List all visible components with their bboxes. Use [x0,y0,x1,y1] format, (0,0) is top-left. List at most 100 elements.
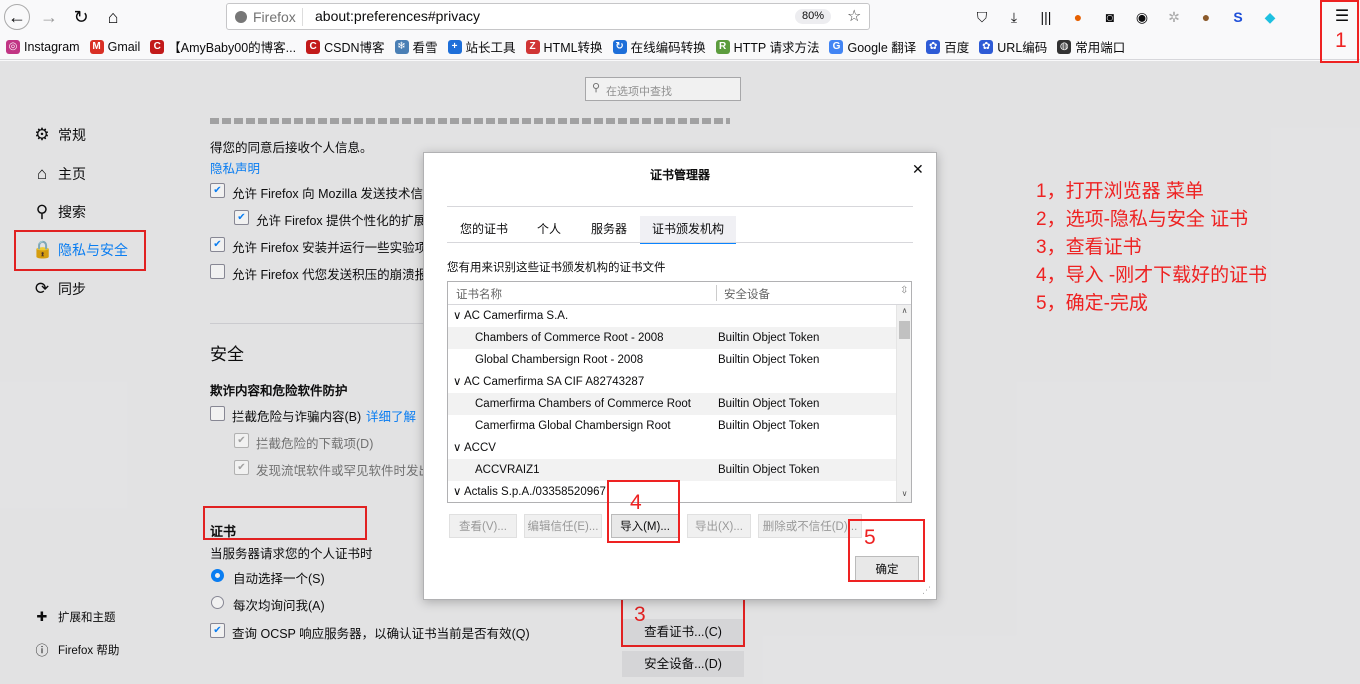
paw-icon: ✿ [926,39,941,54]
cert-device-cell: Builtin Object Token [718,420,820,432]
pocket-icon[interactable]: ⛉ [972,7,992,27]
bookmark-item[interactable]: ◍ 常用端口 [1057,37,1125,56]
cert-name-cell: ∨ ACCV [453,442,496,454]
col-device[interactable]: 安全设备 [724,286,770,302]
extension-diamond-icon[interactable]: ◆ [1260,7,1280,27]
scroll-up-icon[interactable]: ∧ [897,306,911,315]
close-icon[interactable]: ✕ [912,161,924,178]
bookmark-label: 在线编码转换 [630,41,706,55]
cert-name-cell: ∨ AC Camerfirma SA CIF A82743287 [453,376,645,388]
annotation-step-2: 2，选项-隐私与安全 证书 [1036,209,1249,230]
bookmark-label: CSDN博客 [324,41,385,55]
marker-4: 4 [630,491,642,514]
bookmark-item[interactable]: C CSDN博客 [306,37,385,56]
column-picker-icon[interactable]: ⇳ [900,285,908,296]
delete-distrust-button[interactable]: 删除或不信任(D)... [758,514,862,538]
bookmark-item[interactable]: ❄ 看雪 [394,37,438,56]
cert-name-cell: Chambers of Commerce Root - 2008 [475,332,664,344]
snowflake-icon: ❄ [394,39,409,54]
bookmark-item[interactable]: Z HTML转换 [525,37,603,56]
bookmark-item[interactable]: ✿ URL编码 [979,37,1047,56]
bookmark-label: 站长工具 [465,41,516,55]
view-button[interactable]: 查看(V)... [449,514,517,538]
runoob-icon: R [715,39,730,54]
cert-name-cell: Global Chambersign Root - 2008 [475,354,644,366]
col-cert-name[interactable]: 证书名称 [456,286,502,302]
download-icon[interactable]: ⤓ [1004,7,1024,27]
certificate-tree[interactable]: 证书名称 安全设备 ⇳ ∨ AC Camerfirma S.A. Chambers… [447,281,912,503]
extension-basketball-icon[interactable]: ● [1068,7,1088,27]
cert-name-cell: Camerfirma Global Chambersign Root [475,420,671,432]
firefox-identity-icon [235,11,247,23]
tree-cert-row[interactable]: Camerfirma Chambers of Commerce Root Buil… [448,393,896,415]
url-text[interactable]: about:preferences#privacy [315,8,480,24]
bookmark-item[interactable]: ✿ 百度 [926,37,969,56]
cookie-icon[interactable]: ● [1196,7,1216,27]
paw-icon: ✿ [979,39,994,54]
url-separator [302,8,303,26]
bookmark-label: Instagram [24,39,80,54]
highlight-ok [848,519,925,582]
tree-group-row[interactable]: ∨ AC Camerfirma S.A. [448,305,896,327]
tree-header: 证书名称 安全设备 ⇳ [448,282,911,305]
bookmark-item[interactable]: ↻ 在线编码转换 [612,37,706,56]
bookmark-label: HTTP 请求方法 [733,41,820,55]
tree-rows: ∨ AC Camerfirma S.A. Chambers of Commerce… [448,305,896,502]
bookmark-label: 【AmyBaby00的博客... [168,41,297,55]
tree-group-row[interactable]: ∨ ACCV [448,437,896,459]
instagram-icon: ◎ [6,39,20,54]
bookmark-item[interactable]: ◎ Instagram [6,39,80,54]
bookmark-star-icon[interactable]: ☆ [847,6,861,26]
scroll-down-icon[interactable]: ∨ [897,489,911,498]
cert-name-cell: ∨ AC Camerfirma S.A. [453,310,569,322]
zoom-badge[interactable]: 80% [795,9,832,24]
extension-camera-icon[interactable]: ◙ [1100,7,1120,27]
tabs-bottom-line [447,242,913,243]
scrollbar[interactable]: ∧ ∨ [896,305,911,502]
csdn-icon: C [306,39,321,54]
dialog-title: 证书管理器 [649,168,710,182]
bookmark-label: Gmail [107,39,141,54]
tab-authorities[interactable]: 证书颁发机构 [640,216,736,244]
cert-name-cell: ∨ Actalis S.p.A./03358520967 [453,486,606,498]
edit-trust-button[interactable]: 编辑信任(E)... [524,514,602,538]
cert-device-cell: Builtin Object Token [718,332,820,344]
translate-icon: G [829,39,844,54]
export-button[interactable]: 导出(X)... [687,514,751,538]
bookmark-label: HTML转换 [543,41,603,55]
bookmark-item[interactable]: M Gmail [89,39,141,54]
home-icon[interactable]: ⌂ [100,4,126,30]
bookmark-label: Google 翻译 [847,41,917,55]
tree-cert-row[interactable]: ACCVRAIZ1 Builtin Object Token [448,459,896,481]
tree-cert-row[interactable]: Camerfirma Global Chambersign Root Builti… [448,415,896,437]
cert-name-cell: ACCVRAIZ1 [475,464,540,476]
bookmark-label: 百度 [944,41,970,55]
library-icon[interactable]: ||| [1036,7,1056,27]
forward-arrow-icon[interactable]: → [36,4,62,30]
tree-group-row[interactable]: ∨ AC Camerfirma SA CIF A82743287 [448,371,896,393]
resize-grip-icon[interactable]: ⋰ [922,585,931,596]
bookmarks-toolbar: ◎ Instagram M Gmail C 【AmyBaby00的博客... C CSDN博客… [0,34,1360,60]
scrollbar-thumb[interactable] [899,321,910,339]
extension-s-icon[interactable]: S [1228,7,1248,27]
cert-device-cell: Builtin Object Token [718,354,820,366]
cert-device-cell: Builtin Object Token [718,398,820,410]
bookmark-item[interactable]: R HTTP 请求方法 [715,37,820,56]
annotation-step-1: 1，打开浏览器 菜单 [1036,181,1204,202]
bookmark-item[interactable]: C 【AmyBaby00的博客... [150,37,296,56]
highlight-import [607,480,680,543]
bookmark-item[interactable]: G Google 翻译 [829,37,916,56]
tab-your-certs[interactable]: 您的证书 [454,216,514,242]
extension-gear-icon[interactable]: ✲ [1164,7,1184,27]
tree-cert-row[interactable]: Chambers of Commerce Root - 2008 Builtin … [448,327,896,349]
account-icon[interactable]: ◉ [1132,7,1152,27]
back-arrow-icon[interactable]: ← [4,4,30,30]
tab-people[interactable]: 个人 [529,216,569,242]
tree-cert-row[interactable]: Global Chambersign Root - 2008 Builtin Ob… [448,349,896,371]
marker-1: 1 [1335,29,1347,52]
tab-servers[interactable]: 服务器 [584,216,634,242]
reload-icon[interactable]: ↻ [68,4,94,30]
url-bar[interactable]: Firefox about:preferences#privacy 80% ☆ [226,3,870,30]
navigation-toolbar: ← → ↻ ⌂ Firefox about:preferences#privac… [0,0,1360,34]
bookmark-item[interactable]: + 站长工具 [447,37,516,56]
